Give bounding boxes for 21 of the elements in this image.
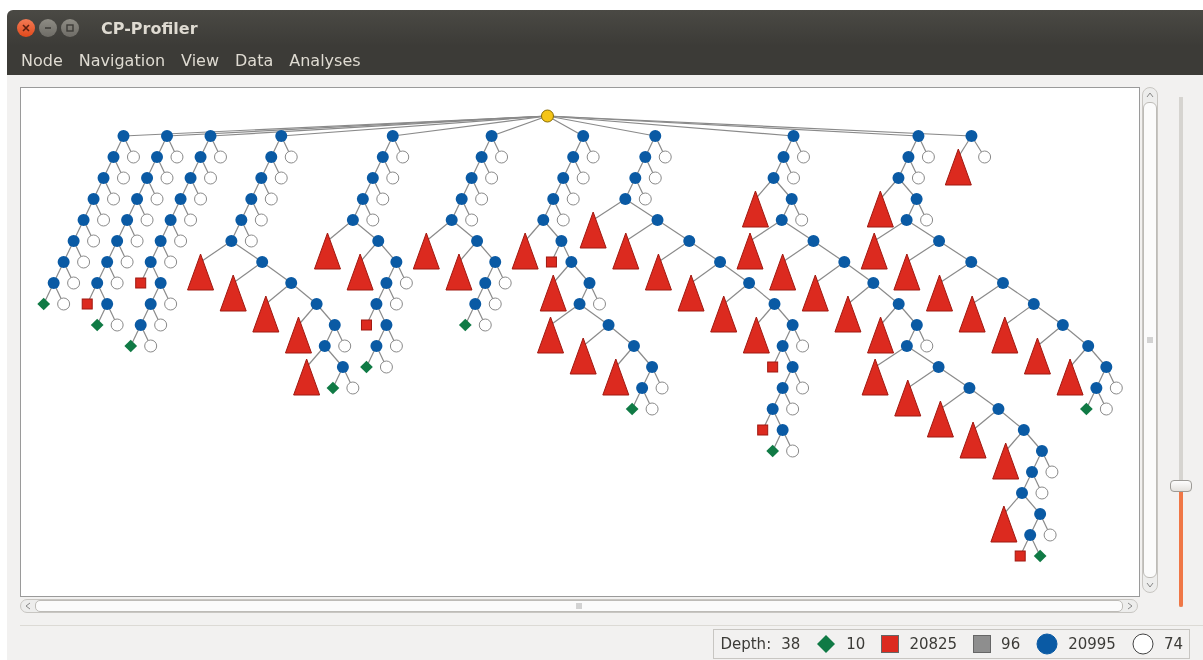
scrollbar-thumb[interactable] (1143, 102, 1157, 578)
menu-item[interactable]: Data (229, 51, 280, 70)
vertical-scrollbar[interactable] (1142, 87, 1158, 593)
horizontal-scrollbar[interactable] (20, 599, 1138, 613)
window-title: CP-Profiler (101, 18, 198, 38)
maximize-icon[interactable] (61, 19, 79, 37)
slider-handle[interactable] (1169, 479, 1192, 492)
node-count: 74 (1163, 635, 1183, 653)
node-count: 96 (1001, 635, 1021, 653)
scrollbar-thumb[interactable] (35, 600, 1123, 612)
depth-value: 38 (781, 635, 801, 653)
minimize-icon[interactable] (39, 19, 57, 37)
menu-item[interactable]: View (175, 51, 226, 70)
menu-item[interactable]: Navigation (72, 51, 172, 70)
close-icon[interactable] (17, 19, 35, 37)
node-count: 10 (846, 635, 866, 653)
node-count: 20825 (909, 635, 958, 653)
depth-label: Depth: (720, 635, 772, 653)
node-count: 20995 (1068, 635, 1116, 653)
menu-item[interactable]: Node (15, 51, 69, 70)
menu-item[interactable]: Analyses (283, 51, 367, 70)
